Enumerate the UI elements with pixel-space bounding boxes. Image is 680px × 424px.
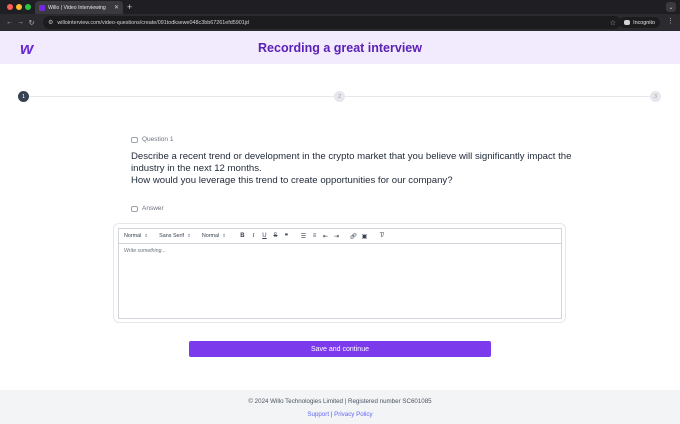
blockquote-icon[interactable]: ❞ <box>281 233 292 240</box>
answer-label: Answer <box>142 205 164 212</box>
rich-text-editor: Normal ⇕ Sans Serif ⇕ Normal ⇕ B I U S ❞… <box>118 228 562 319</box>
step-1: 1 <box>18 91 29 102</box>
size-select-value: Normal <box>202 233 219 239</box>
question-line: How would you leverage this trend to cre… <box>131 175 551 187</box>
support-link[interactable]: Support <box>307 411 329 418</box>
browser-tab-bar: Willo | Video Interviewing ✕ + ⌄ <box>0 0 680 14</box>
clear-format-icon[interactable]: T̸ <box>376 233 387 239</box>
heading-select[interactable]: Normal ⇕ <box>124 233 148 239</box>
new-tab-button[interactable]: + <box>127 1 132 13</box>
answer-input[interactable]: Write something... <box>119 244 561 258</box>
font-select-value: Sans Serif <box>159 233 184 239</box>
speech-bubble-icon <box>131 206 138 212</box>
forward-arrow-icon[interactable]: → <box>15 19 26 26</box>
app-header: w Recording a great interview <box>0 31 680 64</box>
close-window-button[interactable] <box>7 4 13 10</box>
site-settings-icon[interactable]: ⚙ <box>48 19 53 26</box>
indent-decrease-icon[interactable]: ⇤ <box>320 233 331 240</box>
underline-icon[interactable]: U <box>259 233 270 239</box>
bookmark-star-icon[interactable]: ☆ <box>610 19 616 27</box>
save-and-continue-button[interactable]: Save and continue <box>189 341 491 357</box>
step-3: 3 <box>650 91 661 102</box>
font-select[interactable]: Sans Serif ⇕ <box>159 233 191 239</box>
updown-chevron-icon: ⇕ <box>187 233 191 239</box>
answer-label-row: Answer <box>131 205 164 212</box>
link-icon[interactable]: 🔗︎ <box>348 233 359 240</box>
tab-close-icon[interactable]: ✕ <box>114 5 119 11</box>
tab-search-icon[interactable]: ⌄ <box>666 2 676 12</box>
back-arrow-icon[interactable]: ← <box>4 19 15 26</box>
updown-chevron-icon: ⇕ <box>222 233 226 239</box>
indent-increase-icon[interactable]: ⇥ <box>331 233 342 240</box>
heading-select-value: Normal <box>124 233 141 239</box>
question-text: Describe a recent trend or development i… <box>131 151 551 187</box>
browser-menu-icon[interactable]: ⋮ <box>667 17 674 25</box>
url-text[interactable]: willointerview.com/video-questions/creat… <box>57 20 605 26</box>
incognito-icon <box>624 20 630 25</box>
speech-bubble-icon <box>131 137 138 143</box>
image-icon[interactable]: ▣ <box>359 233 370 240</box>
editor-toolbar: Normal ⇕ Sans Serif ⇕ Normal ⇕ B I U S ❞… <box>119 229 561 244</box>
address-bar[interactable]: ⚙ willointerview.com/video-questions/cre… <box>43 16 621 29</box>
incognito-indicator[interactable]: Incognito <box>619 17 660 28</box>
footer-links: Support | Privacy Policy <box>0 411 680 418</box>
bold-icon[interactable]: B <box>237 233 248 239</box>
minimize-window-button[interactable] <box>16 4 22 10</box>
tab-title: Willo | Video Interviewing <box>48 5 111 11</box>
ordered-list-icon[interactable]: ☰ <box>298 233 309 240</box>
browser-toolbar: ← → ↻ ⚙ willointerview.com/video-questio… <box>0 14 680 31</box>
question-label-row: Question 1 <box>131 136 173 143</box>
copyright-text: © 2024 Willo Technologies Limited | Regi… <box>0 398 680 405</box>
strikethrough-icon[interactable]: S <box>270 233 281 239</box>
updown-chevron-icon: ⇕ <box>144 233 148 239</box>
italic-icon[interactable]: I <box>248 233 259 239</box>
question-label: Question 1 <box>142 136 173 143</box>
question-line: industry in the next 12 months. <box>131 163 551 175</box>
reload-icon[interactable]: ↻ <box>26 19 37 27</box>
step-2: 2 <box>334 91 345 102</box>
size-select[interactable]: Normal ⇕ <box>202 233 226 239</box>
question-line: Describe a recent trend or development i… <box>131 151 551 163</box>
footer: © 2024 Willo Technologies Limited | Regi… <box>0 390 680 424</box>
privacy-policy-link[interactable]: Privacy Policy <box>334 411 373 418</box>
incognito-label: Incognito <box>633 20 655 26</box>
bullet-list-icon[interactable]: ≡ <box>309 233 320 239</box>
page-title: Recording a great interview <box>0 41 680 55</box>
willo-favicon-icon <box>39 5 45 11</box>
browser-tab[interactable]: Willo | Video Interviewing ✕ <box>35 1 123 14</box>
maximize-window-button[interactable] <box>25 4 31 10</box>
